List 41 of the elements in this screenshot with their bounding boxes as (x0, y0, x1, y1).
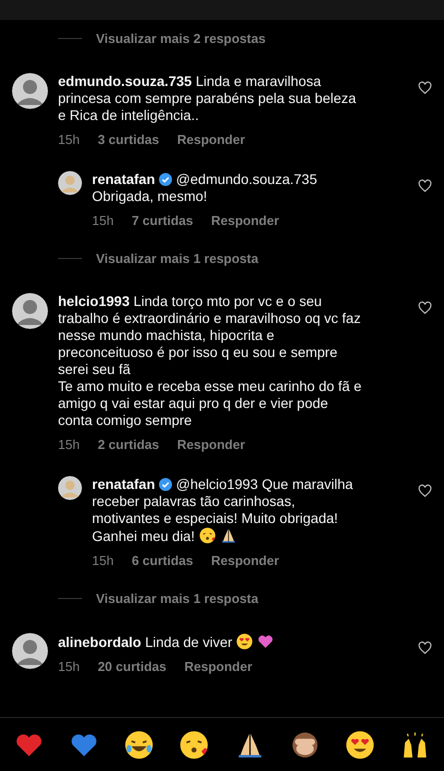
emoji-icon (198, 527, 216, 544)
view-more-replies-link[interactable]: Visualizar mais 2 respostas (96, 31, 266, 46)
likes-count[interactable]: 3 curtidas (98, 132, 160, 147)
avatar[interactable] (58, 171, 82, 195)
comment-time: 15h (92, 553, 114, 568)
avatar[interactable] (12, 73, 48, 109)
comment-time: 15h (58, 437, 80, 452)
avatar[interactable] (12, 633, 48, 669)
likes-count[interactable]: 2 curtidas (98, 437, 160, 452)
reaction-emoji-icon[interactable] (179, 730, 210, 760)
likes-count[interactable]: 7 curtidas (132, 213, 194, 228)
reply-link[interactable]: Responder (211, 553, 280, 568)
like-heart-icon[interactable] (418, 81, 432, 95)
reply-link[interactable]: Responder (184, 659, 252, 674)
like-heart-icon[interactable] (418, 641, 432, 655)
likes-count[interactable]: 20 curtidas (98, 659, 166, 674)
reaction-emoji-icon[interactable] (344, 730, 375, 760)
likes-count[interactable]: 6 curtidas (132, 553, 194, 568)
view-more-replies-link[interactable]: Visualizar mais 1 resposta (96, 591, 258, 606)
emoji-icon (236, 633, 254, 650)
like-heart-icon[interactable] (418, 179, 432, 193)
reply-link[interactable]: Responder (211, 213, 280, 228)
emoji-icon (257, 633, 274, 650)
comment-text: renatafan @edmundo.souza.735 Obrigada, mesmo! (92, 171, 318, 205)
reply-link[interactable]: Responder (177, 437, 246, 452)
reaction-emoji-icon[interactable] (124, 730, 154, 760)
reply-link[interactable]: Responder (177, 132, 246, 147)
comment-time: 15h (58, 132, 80, 147)
avatar[interactable] (12, 293, 48, 329)
comment-text: renatafan @helcio1993 Que maravilha receber palavras tão carinhosas, motivantes e especiais! Muito obrigada! Ganhei meu dia! (92, 476, 354, 545)
like-heart-icon[interactable] (418, 301, 432, 315)
comment-time: 15h (58, 659, 80, 674)
comment-text: edmundo.souza.735 Linda e maravilhosa princesa com sempre parabéns pela sua beleza e Rica de inteligência.. (58, 73, 358, 124)
comment-text: alinebordalo Linda de viver (58, 633, 364, 651)
reaction-emoji-icon[interactable] (290, 730, 320, 760)
view-more-replies-link[interactable]: Visualizar mais 1 resposta (96, 251, 258, 266)
comment-text: helcio1993 Linda torço mto por vc e o seu trabalho é extraordinário e maravilhoso oq vc faz nesse mundo machista, hipocrita e preconceituoso é por isso q eu sou e sempre serei seu fã Te amo muito e receba esse meu carinho do fã e amigo q vai estar aqui pro q der e vier pode conta comigo sempre (58, 293, 363, 429)
comment-time: 15h (92, 213, 114, 228)
emoji-icon (220, 527, 237, 544)
avatar[interactable] (58, 476, 82, 500)
like-heart-icon[interactable] (418, 484, 432, 498)
